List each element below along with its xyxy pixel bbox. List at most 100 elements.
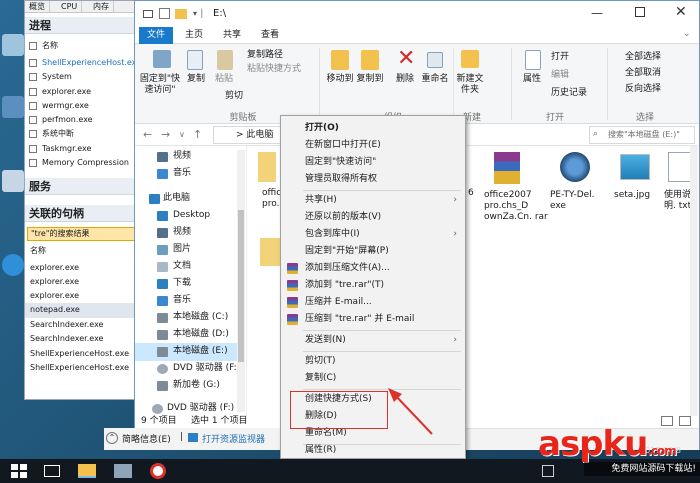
- menu-item-share[interactable]: 共享(H) ›: [281, 192, 465, 209]
- nav-item-documents[interactable]: 文档: [135, 258, 245, 276]
- menu-item-take-ownership[interactable]: 管理员取得所有权: [281, 171, 465, 188]
- process-row[interactable]: perfmon.exe: [25, 113, 143, 127]
- tab-view[interactable]: 查看: [253, 27, 287, 44]
- checkbox[interactable]: [29, 145, 37, 153]
- menu-item-compress-email[interactable]: 压缩并 E-mail...: [281, 294, 465, 311]
- forward-arrow-icon[interactable]: →: [161, 128, 170, 141]
- new-folder-button[interactable]: 新建文件夹: [455, 74, 485, 96]
- paste-shortcut-button[interactable]: 粘贴快捷方式: [247, 64, 301, 75]
- menu-item-include-library[interactable]: 包含到库中(I) ›: [281, 226, 465, 243]
- file-item[interactable]: 6: [468, 188, 480, 199]
- properties-icon[interactable]: [159, 8, 170, 19]
- tab-memory[interactable]: 内存: [89, 1, 114, 13]
- minimize-button[interactable]: —: [591, 6, 603, 20]
- up-arrow-icon[interactable]: ↑: [193, 128, 202, 141]
- delete-button[interactable]: 删除: [391, 74, 419, 85]
- select-all-button[interactable]: 全部选择: [625, 52, 661, 63]
- tab-home[interactable]: 主页: [177, 27, 211, 44]
- nav-item-downloads[interactable]: 下载: [135, 275, 245, 293]
- handle-row[interactable]: ShellExperienceHost.exe: [25, 347, 143, 362]
- pin-to-quick-access-button[interactable]: 固定到"快速访问": [137, 74, 183, 96]
- handle-row[interactable]: explorer.exe: [25, 261, 143, 276]
- desktop-app-icon[interactable]: [2, 170, 24, 192]
- menu-item-compress-tre-email[interactable]: 压缩到 "tre.rar" 并 E-mail: [281, 311, 465, 328]
- process-row[interactable]: Memory Compression: [25, 156, 143, 170]
- properties-button[interactable]: 属性: [517, 74, 547, 85]
- file-item[interactable]: [258, 152, 276, 182]
- nav-item-music[interactable]: 音乐: [135, 165, 245, 183]
- file-explorer-taskbar-icon[interactable]: [78, 464, 96, 478]
- nav-item-videos[interactable]: 视频: [135, 148, 245, 166]
- menu-item-pin-quick-access[interactable]: 固定到"快速访问": [281, 154, 465, 171]
- handle-name-header[interactable]: 名称: [25, 244, 143, 259]
- nav-item-desktop[interactable]: Desktop: [135, 207, 245, 225]
- menu-item-add-to-archive[interactable]: 添加到压缩文件(A)...: [281, 260, 465, 277]
- open-button[interactable]: 打开: [551, 52, 569, 63]
- section-services-title[interactable]: 服务: [25, 178, 143, 195]
- process-row[interactable]: explorer.exe: [25, 85, 143, 99]
- nav-scrollbar-thumb[interactable]: [238, 210, 244, 362]
- chevron-up-icon[interactable]: ⌃: [106, 432, 118, 444]
- folder-icon[interactable]: [175, 9, 187, 19]
- menu-item-restore-versions[interactable]: 还原以前的版本(V): [281, 209, 465, 226]
- handle-row[interactable]: notepad.exe: [25, 303, 143, 318]
- app-taskbar-icon[interactable]: [150, 463, 166, 479]
- nav-item-dvd-f[interactable]: DVD 驱动器 (F:): [135, 360, 245, 378]
- checkbox[interactable]: [29, 42, 37, 50]
- fewer-details-button[interactable]: 简略信息(E): [122, 432, 171, 445]
- checkbox[interactable]: [29, 130, 37, 138]
- task-manager-taskbar-icon[interactable]: [114, 464, 132, 478]
- open-resource-monitor-link[interactable]: 打开资源监视器: [202, 432, 265, 445]
- tab-cpu[interactable]: CPU: [57, 1, 83, 13]
- select-none-button[interactable]: 全部取消: [625, 68, 661, 79]
- menu-item-open-new-window[interactable]: 在新窗口中打开(E): [281, 137, 465, 154]
- recycle-bin-icon[interactable]: [2, 34, 24, 56]
- checkbox[interactable]: [29, 116, 37, 124]
- process-name-header[interactable]: 名称: [25, 39, 143, 53]
- handle-row[interactable]: SearchIndexer.exe: [25, 318, 143, 333]
- menu-item-send-to[interactable]: 发送到(N) ›: [281, 332, 465, 349]
- nav-item-videos[interactable]: 视频: [135, 224, 245, 242]
- content-scrollbar[interactable]: [690, 146, 698, 416]
- handle-row[interactable]: explorer.exe: [25, 275, 143, 290]
- back-arrow-icon[interactable]: ←: [143, 128, 152, 141]
- folder-icon[interactable]: [260, 238, 282, 266]
- nav-item-pictures[interactable]: 图片: [135, 241, 245, 259]
- ribbon-expand-icon[interactable]: ⌄: [683, 29, 691, 39]
- history-dropdown-icon[interactable]: ∨: [179, 130, 185, 139]
- search-input[interactable]: 搜索"本地磁盘 (E:)": [589, 126, 695, 144]
- tab-file[interactable]: 文件: [139, 27, 174, 44]
- nav-item-drive-c[interactable]: 本地磁盘 (C:): [135, 309, 245, 327]
- process-row[interactable]: System: [25, 70, 143, 84]
- large-icons-view-icon[interactable]: [679, 416, 691, 426]
- maximize-button[interactable]: [635, 7, 645, 17]
- menu-item-add-to-tre-rar[interactable]: 添加到 "tre.rar"(T): [281, 277, 465, 294]
- move-to-button[interactable]: 移动到: [325, 74, 355, 85]
- process-row[interactable]: 系统中断: [25, 127, 143, 141]
- ie-icon[interactable]: [2, 254, 24, 276]
- paste-button[interactable]: 粘贴: [211, 74, 237, 85]
- handle-row[interactable]: SearchIndexer.exe: [25, 332, 143, 347]
- process-row[interactable]: Taskmgr.exe: [25, 142, 143, 156]
- edit-button[interactable]: 编辑: [551, 70, 569, 81]
- tab-share[interactable]: 共享: [215, 27, 249, 44]
- copy-path-button[interactable]: 复制路径: [247, 50, 283, 61]
- handle-row[interactable]: ShellExperienceHost.exe: [25, 361, 143, 376]
- details-view-icon[interactable]: [661, 416, 673, 426]
- cut-button[interactable]: 剪切: [225, 91, 243, 102]
- task-view-icon[interactable]: [44, 465, 60, 477]
- close-button[interactable]: ✕: [675, 4, 687, 20]
- menu-item-pin-start[interactable]: 固定到"开始"屏幕(P): [281, 243, 465, 260]
- invert-selection-button[interactable]: 反向选择: [625, 84, 661, 95]
- rename-button[interactable]: 重命名: [419, 74, 451, 85]
- window-icon[interactable]: [143, 10, 153, 18]
- checkbox[interactable]: [29, 102, 37, 110]
- checkbox[interactable]: [29, 59, 37, 67]
- nav-item-this-pc[interactable]: 此电脑: [135, 190, 245, 208]
- nav-item-drive-e[interactable]: 本地磁盘 (E:): [135, 343, 245, 361]
- process-row[interactable]: wermgr.exe: [25, 99, 143, 113]
- checkbox[interactable]: [29, 159, 37, 167]
- quick-access-dropdown-icon[interactable]: ▾ │: [193, 9, 204, 18]
- section-handles-title[interactable]: 关联的句柄: [25, 205, 143, 222]
- nav-item-drive-d[interactable]: 本地磁盘 (D:): [135, 326, 245, 344]
